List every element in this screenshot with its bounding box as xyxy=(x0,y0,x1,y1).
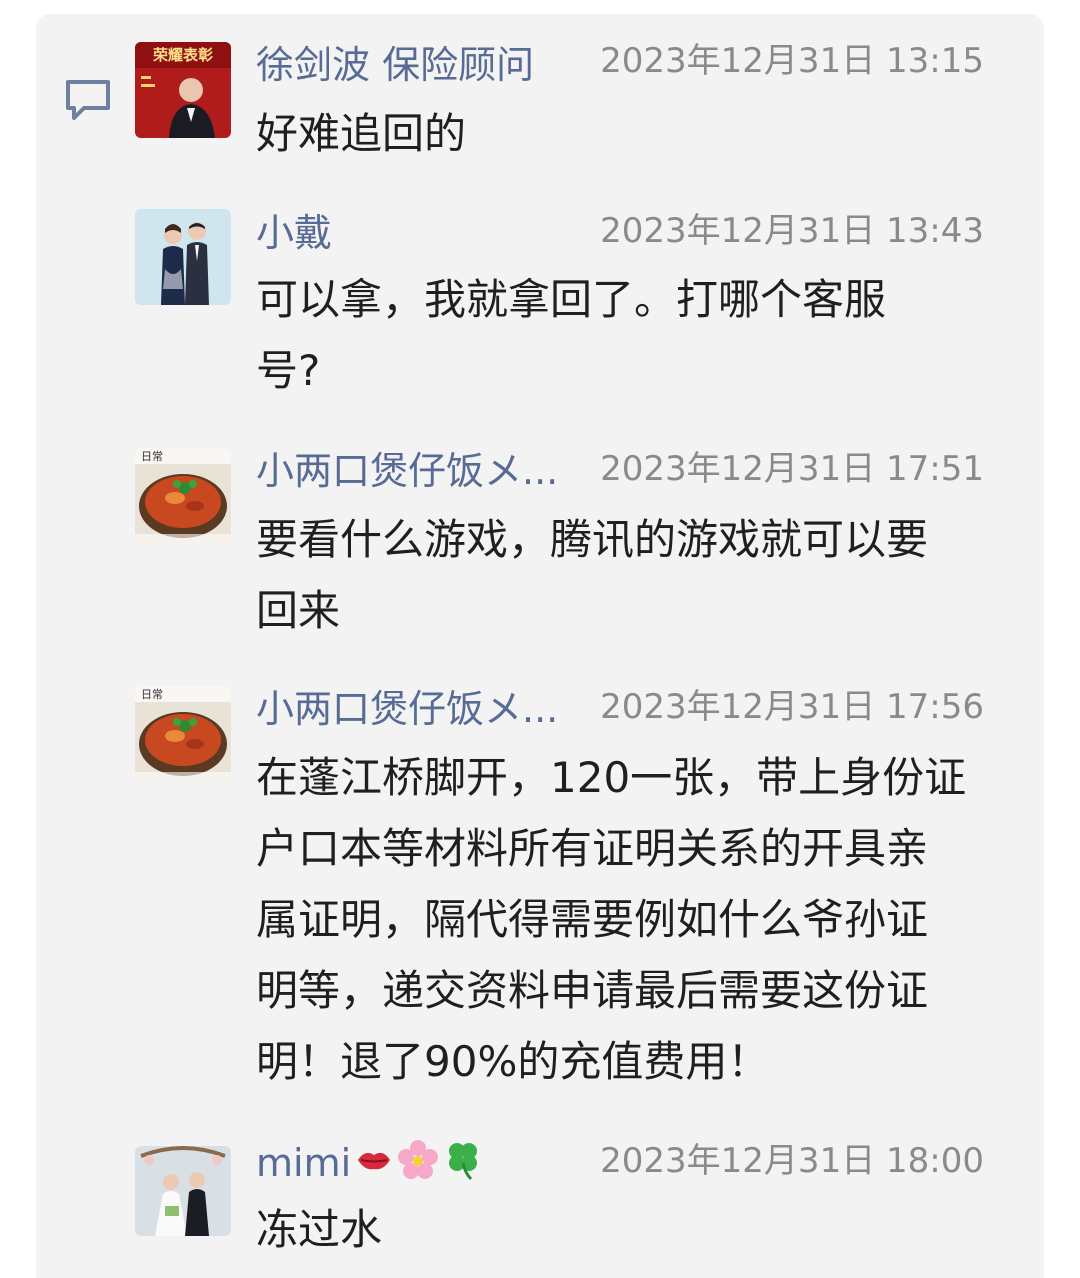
avatar-couple-photo-icon xyxy=(135,209,231,305)
avatar[interactable]: 荣耀表彰 xyxy=(135,42,231,138)
commenter-name[interactable]: 小戴 xyxy=(256,208,332,258)
avatar[interactable] xyxy=(135,209,231,305)
commenter-name[interactable]: 小两口煲仔饭メ... xyxy=(256,446,558,496)
comment-time: 2023年12月31日 18:00 xyxy=(600,1141,984,1181)
comment-item[interactable]: 小戴 2023年12月31日 13:43 可以拿，我就拿回了。打哪个客服 号? xyxy=(0,206,1080,416)
comment-time: 2023年12月31日 13:15 xyxy=(600,41,984,81)
svg-text:日常: 日常 xyxy=(141,450,163,463)
comment-text: 可以拿，我就拿回了。打哪个客服 号? xyxy=(256,275,887,395)
comment-time: 2023年12月31日 17:56 xyxy=(600,687,984,727)
comment-text: 在蓬江桥脚开，120一张，带上身份证 户口本等材料所有证明关系的开具亲 属证明，… xyxy=(256,753,967,1086)
commenter-name[interactable]: 小两口煲仔饭メ... xyxy=(256,684,558,734)
comment-text: 要看什么游戏，腾讯的游戏就可以要 回来 xyxy=(256,515,929,635)
avatar-claypot-rice-icon: 日常 xyxy=(135,686,231,782)
lips-emoji-icon xyxy=(355,1141,393,1191)
comment-text: 冻过水 xyxy=(256,1205,383,1254)
comment-item[interactable]: mimi 2023年12月31日 18:00 冻过水 xyxy=(0,1136,1080,1278)
svg-text:荣耀表彰: 荣耀表彰 xyxy=(152,46,213,64)
avatar[interactable]: 日常 xyxy=(135,448,231,544)
commenter-name-text: mimi xyxy=(256,1141,352,1185)
avatar[interactable]: 日常 xyxy=(135,686,231,782)
commenter-name[interactable]: mimi xyxy=(256,1138,483,1188)
comment-item[interactable]: 日常 小两口煲仔饭メ... 2023年12月31日 17:56 在蓬江桥脚开，1… xyxy=(0,682,1080,1102)
comment-text: 好难追回的 xyxy=(256,109,467,158)
comment-time: 2023年12月31日 13:43 xyxy=(600,211,984,251)
commenter-name[interactable]: 徐剑波 保险顾问 xyxy=(256,40,534,90)
avatar-wedding-photo-icon xyxy=(135,1146,231,1236)
svg-text:日常: 日常 xyxy=(141,688,163,701)
comment-time: 2023年12月31日 17:51 xyxy=(600,449,984,489)
comment-item[interactable]: 荣耀表彰 徐剑波 保险顾问 2023年12月31日 13:15 好难追回的 xyxy=(0,36,1080,176)
four-leaf-clover-emoji-icon xyxy=(443,1139,483,1193)
avatar-claypot-rice-icon: 日常 xyxy=(135,448,231,544)
comment-item[interactable]: 日常 小两口煲仔饭メ... 2023年12月31日 17:51 要看什么游戏，腾… xyxy=(0,444,1080,654)
avatar[interactable] xyxy=(135,1146,231,1236)
avatar-honor-poster-icon: 荣耀表彰 xyxy=(135,42,231,138)
cherry-blossom-emoji-icon xyxy=(397,1139,439,1193)
